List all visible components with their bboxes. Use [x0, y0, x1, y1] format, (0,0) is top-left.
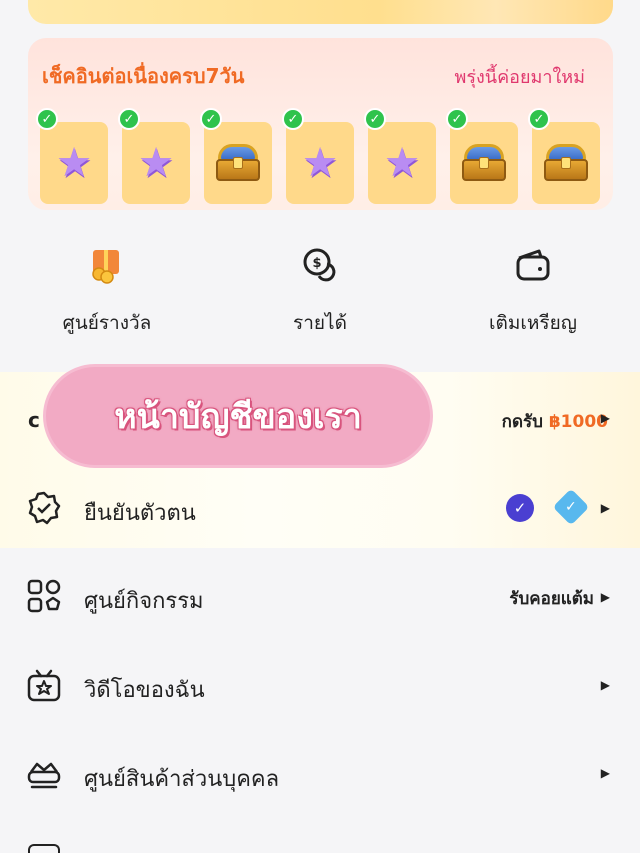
star-icon: ★ — [384, 140, 420, 186]
verify-identity-label[interactable]: ยืนยันตัวตน — [84, 495, 196, 530]
quick-actions: ศูนย์รางวัล $ รายได้ เติมเหรียญ — [0, 240, 640, 340]
sticker-text: หน้าบัญชีของเรา — [114, 397, 362, 437]
verify-badge-icon — [26, 490, 62, 526]
check-icon: ✓ — [446, 108, 468, 130]
verified-purple-badge-icon: ✓ — [506, 494, 534, 522]
star-icon: ★ — [138, 140, 174, 186]
crown-shop-icon — [26, 756, 62, 792]
check-icon: ✓ — [36, 108, 58, 130]
next-menu-icon — [28, 844, 60, 853]
checkin-day[interactable]: ✓ — [446, 108, 518, 204]
topup-coins-label: เติมเหรียญ — [489, 312, 577, 334]
personal-products-label[interactable]: ศูนย์สินค้าส่วนบุคคล — [84, 761, 279, 796]
check-icon: ✓ — [200, 108, 222, 130]
claim-amount: ฿1000 — [548, 412, 608, 432]
check-icon: ✓ — [118, 108, 140, 130]
activity-center-right[interactable]: รับคอยแต้ม — [509, 585, 594, 612]
account-page-sticker: หน้าบัญชีของเรา — [46, 367, 430, 465]
treasure-chest-icon — [216, 144, 260, 182]
wallet-icon — [453, 240, 613, 288]
account-row-prefix: c — [28, 408, 40, 432]
claim-bonus-link[interactable]: กดรับ ฿1000 — [502, 408, 608, 435]
menu-list: ศูนย์กิจกรรม รับคอยแต้ม ▶ วิดีโอของฉัน ▶… — [0, 548, 640, 853]
reward-center-icon — [27, 240, 187, 288]
checkin-day[interactable]: ✓ ★ — [364, 108, 436, 204]
activity-center-label[interactable]: ศูนย์กิจกรรม — [84, 583, 204, 618]
treasure-chest-icon — [544, 144, 588, 182]
checkin-day[interactable]: ✓ — [200, 108, 272, 204]
checkin-day[interactable]: ✓ — [528, 108, 600, 204]
checkin-card: เช็คอินต่อเนื่องครบ7วัน พรุ่งนี้ค่อยมาให… — [28, 38, 613, 210]
coin-income-icon: $ — [240, 240, 400, 288]
verified-blue-badge-icon: ✓ — [552, 488, 590, 526]
income-button[interactable]: $ รายได้ — [240, 240, 400, 338]
topup-coins-button[interactable]: เติมเหรียญ — [453, 240, 613, 338]
checkin-tomorrow-text[interactable]: พรุ่งนี้ค่อยมาใหม่ — [454, 62, 585, 91]
chevron-right-icon[interactable]: ▶ — [601, 590, 610, 604]
my-videos-label[interactable]: วิดีโอของฉัน — [84, 672, 205, 707]
treasure-chest-icon — [462, 144, 506, 182]
checkin-day[interactable]: ✓ ★ — [282, 108, 354, 204]
svg-text:$: $ — [312, 256, 321, 271]
check-icon: ✓ — [528, 108, 550, 130]
checkin-day[interactable]: ✓ ★ — [118, 108, 190, 204]
chevron-right-icon[interactable]: ▶ — [601, 501, 610, 515]
checkin-title: เช็คอินต่อเนื่องครบ7วัน — [42, 64, 245, 88]
check-icon: ✓ — [282, 108, 304, 130]
chevron-right-icon[interactable]: ▶ — [601, 411, 610, 425]
claim-label: กดรับ — [501, 412, 543, 432]
checkin-day[interactable]: ✓ ★ — [36, 108, 108, 204]
star-icon: ★ — [56, 140, 92, 186]
tv-icon — [26, 668, 62, 704]
star-icon: ★ — [302, 140, 338, 186]
income-label: รายได้ — [293, 312, 347, 334]
check-icon: ✓ — [364, 108, 386, 130]
chevron-right-icon[interactable]: ▶ — [601, 678, 610, 692]
reward-center-label: ศูนย์รางวัล — [62, 312, 152, 334]
activity-grid-icon — [26, 578, 62, 614]
reward-center-button[interactable]: ศูนย์รางวัล — [27, 240, 187, 338]
chevron-right-icon[interactable]: ▶ — [601, 766, 610, 780]
top-banner — [28, 0, 613, 24]
